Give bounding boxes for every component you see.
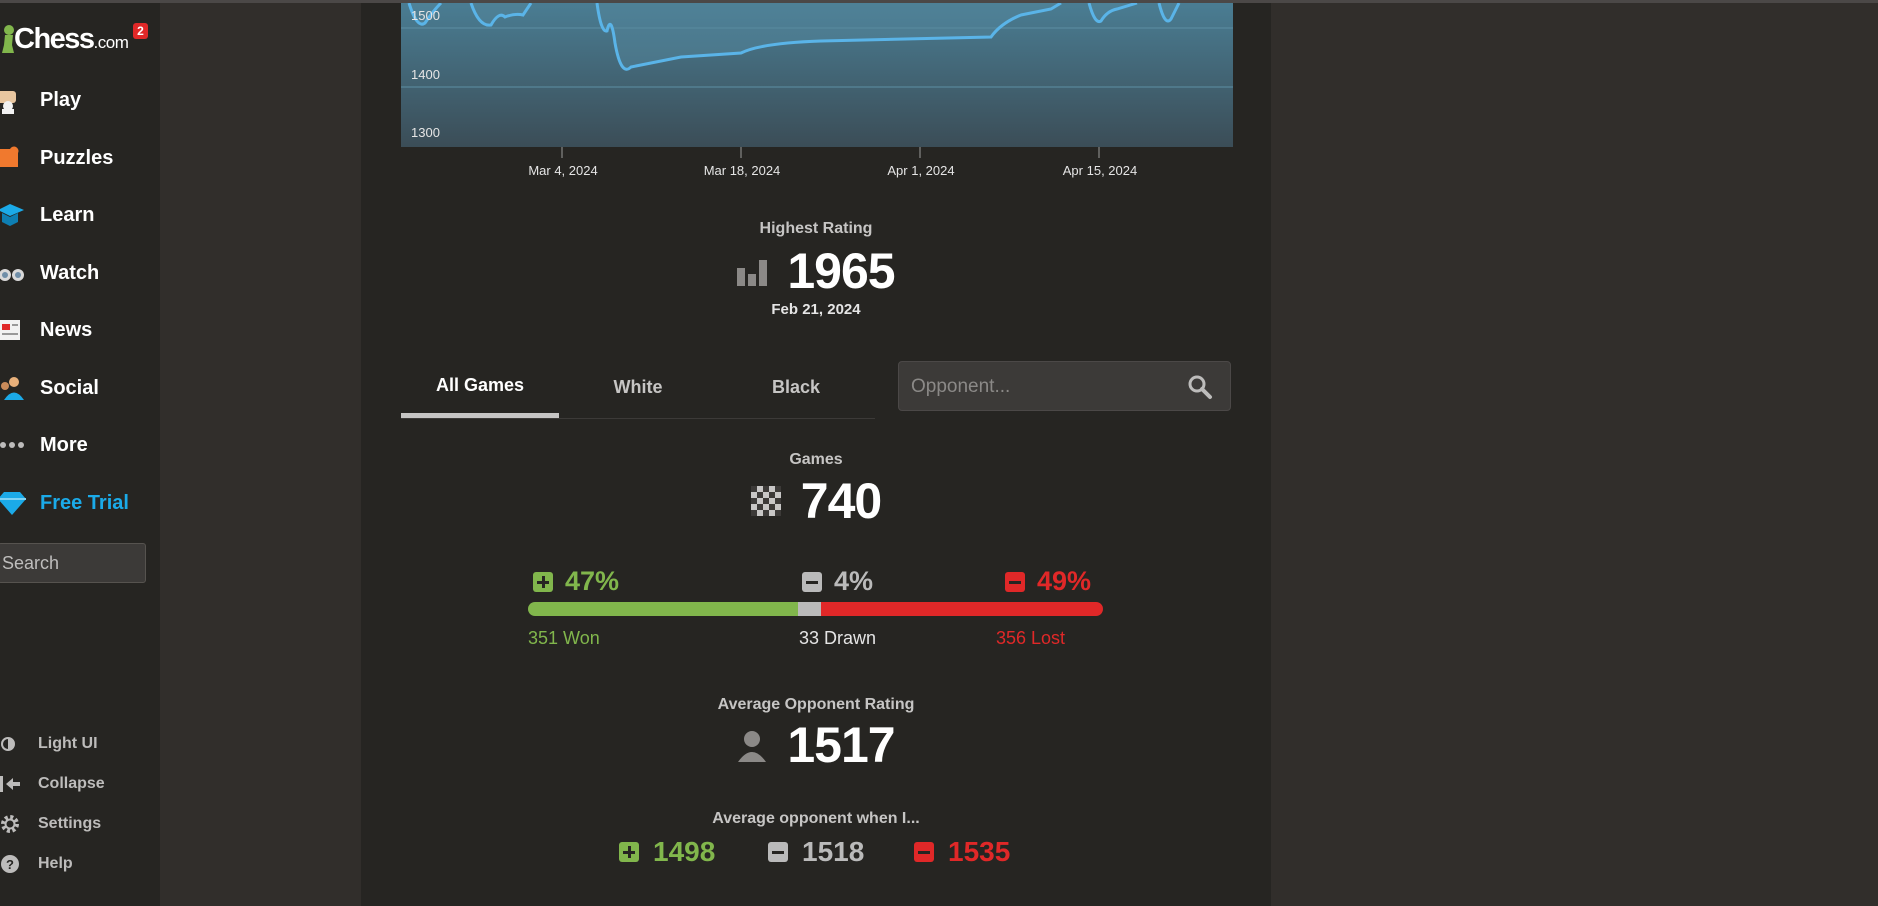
color-tabs: All Games White Black bbox=[401, 358, 875, 419]
light-ui-button[interactable]: Light UI bbox=[0, 729, 160, 759]
sidebar: Chess.com 2 Play Puzzles Learn Watch New… bbox=[0, 3, 160, 906]
avg-when-won-value: 1498 bbox=[653, 836, 716, 867]
social-icon bbox=[0, 373, 30, 403]
settings-label: Settings bbox=[38, 815, 102, 832]
minus-icon bbox=[914, 842, 934, 862]
tab-white[interactable]: White bbox=[559, 358, 717, 416]
logo-text: Chess.com bbox=[14, 23, 129, 55]
logo[interactable]: Chess.com 2 bbox=[0, 19, 160, 59]
loss-bar bbox=[821, 602, 1103, 616]
draw-percentage: 4% bbox=[802, 566, 873, 597]
learn-icon bbox=[0, 200, 30, 230]
gear-icon bbox=[1, 815, 19, 833]
sidebar-item-label: Social bbox=[40, 376, 99, 399]
drawn-count: 33 Drawn bbox=[799, 628, 877, 648]
games-count: 740 bbox=[800, 473, 882, 529]
equals-icon bbox=[768, 842, 788, 862]
right-empty-area bbox=[1271, 3, 1878, 906]
avg-opponent-label: Average Opponent Rating bbox=[717, 696, 915, 713]
sidebar-item-social[interactable]: Social bbox=[0, 368, 160, 408]
lost-count: 356 Lost bbox=[995, 628, 1065, 648]
x-tick-label: Apr 15, 2024 bbox=[1063, 163, 1137, 178]
loss-percentage: 49% bbox=[1005, 566, 1091, 597]
sidebar-item-news[interactable]: News bbox=[0, 310, 160, 350]
play-icon bbox=[0, 85, 30, 115]
sidebar-item-label: Play bbox=[40, 88, 82, 111]
user-icon bbox=[738, 731, 767, 762]
y-tick-label: 1300 bbox=[411, 125, 440, 140]
x-tick-label: Mar 4, 2024 bbox=[528, 163, 597, 178]
puzzle-icon bbox=[0, 143, 30, 173]
sidebar-item-more[interactable]: More bbox=[0, 425, 160, 465]
loss-percentage-value: 49% bbox=[1037, 566, 1092, 596]
sidebar-search-input[interactable]: Search bbox=[0, 543, 146, 583]
highest-rating-date: Feb 21, 2024 bbox=[771, 301, 861, 318]
search-icon[interactable] bbox=[1187, 374, 1213, 400]
collapse-icon bbox=[0, 776, 20, 792]
y-tick-label: 1400 bbox=[411, 67, 440, 82]
tab-black[interactable]: Black bbox=[717, 358, 875, 416]
sidebar-item-label: Free Trial bbox=[40, 491, 129, 514]
y-tick-label: 1500 bbox=[411, 8, 440, 23]
collapse-label: Collapse bbox=[38, 775, 105, 792]
stats-panel: 1500 1400 1300 Mar 4, 2024 Mar 18, 2024 … bbox=[361, 3, 1271, 906]
x-tick-label: Apr 1, 2024 bbox=[887, 163, 954, 178]
games-row: 740 bbox=[361, 471, 1271, 531]
light-ui-label: Light UI bbox=[38, 735, 98, 752]
avg-when-drawn: 1518 bbox=[768, 836, 864, 868]
avg-when-won: 1498 bbox=[619, 836, 715, 868]
newspaper-icon bbox=[0, 315, 30, 345]
svg-text:?: ? bbox=[6, 857, 14, 872]
avg-opponent-value: 1517 bbox=[787, 717, 895, 773]
help-icon: ? bbox=[1, 855, 19, 873]
minus-icon bbox=[1005, 571, 1025, 592]
tab-all-games[interactable]: All Games bbox=[401, 358, 559, 418]
sidebar-item-play[interactable]: Play bbox=[0, 80, 160, 120]
equals-icon bbox=[802, 571, 822, 592]
win-percentage-value: 47% bbox=[565, 566, 620, 596]
games-label: Games bbox=[789, 451, 843, 468]
help-button[interactable]: ? Help bbox=[0, 849, 160, 879]
sidebar-search-placeholder: Search bbox=[2, 553, 60, 573]
draw-percentage-value: 4% bbox=[834, 566, 874, 596]
sidebar-item-label: More bbox=[40, 433, 88, 456]
opponent-search-input[interactable] bbox=[909, 372, 1183, 402]
rating-chart: 1500 1400 1300 Mar 4, 2024 Mar 18, 2024 … bbox=[401, 3, 1233, 178]
draw-bar bbox=[798, 602, 821, 616]
highest-rating-row: 1965 bbox=[361, 241, 1271, 301]
sidebar-item-watch[interactable]: Watch bbox=[0, 253, 160, 293]
highest-rating-label: Highest Rating bbox=[759, 220, 873, 237]
light-ui-icon bbox=[1, 737, 15, 751]
sidebar-item-puzzles[interactable]: Puzzles bbox=[0, 138, 160, 178]
sidebar-item-label: Watch bbox=[40, 261, 100, 284]
sidebar-item-learn[interactable]: Learn bbox=[0, 195, 160, 235]
plus-icon bbox=[533, 571, 553, 592]
sidebar-item-label: Learn bbox=[40, 203, 95, 226]
diamond-icon bbox=[0, 488, 30, 518]
won-count: 351 Won bbox=[528, 628, 600, 648]
avg-when-lost-value: 1535 bbox=[948, 836, 1011, 867]
win-bar bbox=[528, 602, 798, 616]
win-percentage: 47% bbox=[533, 566, 619, 597]
bar-chart-icon bbox=[737, 260, 768, 286]
binoculars-icon bbox=[0, 258, 30, 288]
chessboard-icon bbox=[750, 486, 781, 516]
collapse-button[interactable]: Collapse bbox=[0, 769, 160, 799]
sidebar-item-free-trial[interactable]: Free Trial bbox=[0, 483, 160, 523]
sidebar-item-label: News bbox=[40, 318, 93, 341]
highest-rating-value: 1965 bbox=[787, 243, 895, 299]
avg-opponent-row: 1517 bbox=[361, 715, 1271, 775]
avg-when-drawn-value: 1518 bbox=[802, 836, 865, 867]
avg-when-lost: 1535 bbox=[914, 836, 1010, 868]
x-tick-label: Mar 18, 2024 bbox=[704, 163, 781, 178]
avg-when-label: Average opponent when I... bbox=[712, 810, 920, 827]
settings-button[interactable]: Settings bbox=[0, 809, 160, 839]
pawn-logo-icon bbox=[2, 25, 14, 53]
notification-badge[interactable]: 2 bbox=[133, 23, 148, 39]
sidebar-item-label: Puzzles bbox=[40, 146, 114, 169]
more-dots-icon bbox=[0, 430, 30, 460]
plus-icon bbox=[619, 842, 639, 862]
opponent-search bbox=[898, 361, 1231, 411]
help-label: Help bbox=[38, 855, 73, 872]
